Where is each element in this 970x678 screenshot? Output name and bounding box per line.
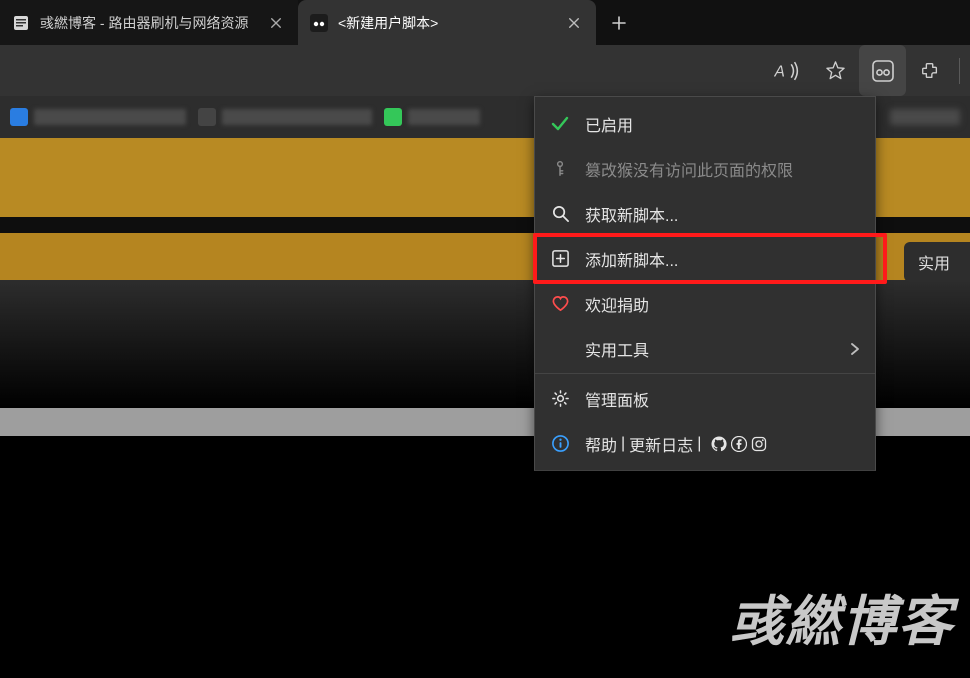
gear-icon — [549, 388, 571, 410]
page-right-button-fragment[interactable]: 实用 — [904, 242, 970, 282]
menu-enabled[interactable]: 已启用 — [535, 101, 875, 146]
github-icon[interactable] — [711, 436, 727, 452]
blank-icon — [549, 338, 571, 360]
tab-title: 彧繎博客 - 路由器刷机与网络资源 — [40, 13, 258, 33]
menu-changelog-text: 更新日志 — [629, 432, 693, 456]
menu-label: 篡改猴没有访问此页面的权限 — [585, 157, 861, 181]
menu-external-links — [711, 436, 767, 452]
menu-separator-text: | — [697, 435, 701, 453]
info-key-icon — [549, 158, 571, 180]
bookmark-label-blurred — [890, 109, 960, 125]
bookmark-label-blurred — [222, 109, 372, 125]
facebook-icon[interactable] — [731, 436, 747, 452]
bookmark-item[interactable] — [890, 109, 960, 125]
tab-close-icon[interactable] — [268, 15, 284, 31]
tampermonkey-menu: 已启用 篡改猴没有访问此页面的权限 获取新脚本... 添加新脚本... 欢迎捐助… — [534, 96, 876, 471]
plus-box-icon — [549, 248, 571, 270]
instagram-icon[interactable] — [751, 436, 767, 452]
heart-icon — [549, 293, 571, 315]
menu-help-label: 帮助 | 更新日志 | — [585, 432, 861, 456]
menu-label: 欢迎捐助 — [585, 292, 861, 316]
menu-label: 获取新脚本... — [585, 202, 861, 226]
menu-separator-text: | — [621, 435, 625, 453]
bookmark-icon — [10, 108, 28, 126]
menu-help-text: 帮助 — [585, 432, 617, 456]
menu-label: 添加新脚本... — [585, 247, 861, 271]
menu-label: 实用工具 — [585, 337, 849, 361]
tampermonkey-extension-button[interactable] — [859, 45, 906, 96]
read-aloud-button[interactable]: A — [765, 45, 812, 96]
bookmark-icon — [384, 108, 402, 126]
menu-label: 管理面板 — [585, 387, 861, 411]
check-icon — [549, 113, 571, 135]
menu-no-access: 篡改猴没有访问此页面的权限 — [535, 146, 875, 191]
bookmark-label-blurred — [408, 109, 480, 125]
tab-active[interactable]: <新建用户脚本> — [298, 0, 596, 45]
tab-strip: 彧繎博客 - 路由器刷机与网络资源 <新建用户脚本> — [0, 0, 970, 45]
tab-title: <新建用户脚本> — [338, 13, 556, 33]
chevron-right-icon — [849, 343, 861, 355]
page-right-button-label: 实用 — [918, 250, 950, 274]
new-tab-button[interactable] — [596, 0, 642, 46]
watermark-text: 彧繎博客 — [730, 577, 954, 656]
menu-donate[interactable]: 欢迎捐助 — [535, 281, 875, 326]
menu-utilities[interactable]: 实用工具 — [535, 326, 875, 371]
tab-close-icon[interactable] — [566, 15, 582, 31]
info-icon — [549, 433, 571, 455]
menu-help[interactable]: 帮助 | 更新日志 | — [535, 421, 875, 466]
bookmark-item[interactable] — [198, 108, 372, 126]
menu-separator — [535, 373, 875, 374]
bookmark-item[interactable] — [384, 108, 480, 126]
favicon-tampermonkey — [310, 14, 328, 32]
extensions-button[interactable] — [906, 45, 953, 96]
toolbar-separator — [959, 58, 960, 84]
tab-inactive[interactable]: 彧繎博客 - 路由器刷机与网络资源 — [0, 0, 298, 45]
search-icon — [549, 203, 571, 225]
favorite-button[interactable] — [812, 45, 859, 96]
bookmark-item[interactable] — [10, 108, 186, 126]
bookmark-label-blurred — [34, 109, 186, 125]
favicon-site — [12, 14, 30, 32]
bookmark-icon — [198, 108, 216, 126]
menu-label: 已启用 — [585, 112, 861, 136]
menu-dashboard[interactable]: 管理面板 — [535, 376, 875, 421]
menu-add-script[interactable]: 添加新脚本... — [535, 236, 875, 281]
browser-toolbar: A — [0, 45, 970, 96]
menu-get-scripts[interactable]: 获取新脚本... — [535, 191, 875, 236]
svg-text:A: A — [774, 63, 785, 80]
